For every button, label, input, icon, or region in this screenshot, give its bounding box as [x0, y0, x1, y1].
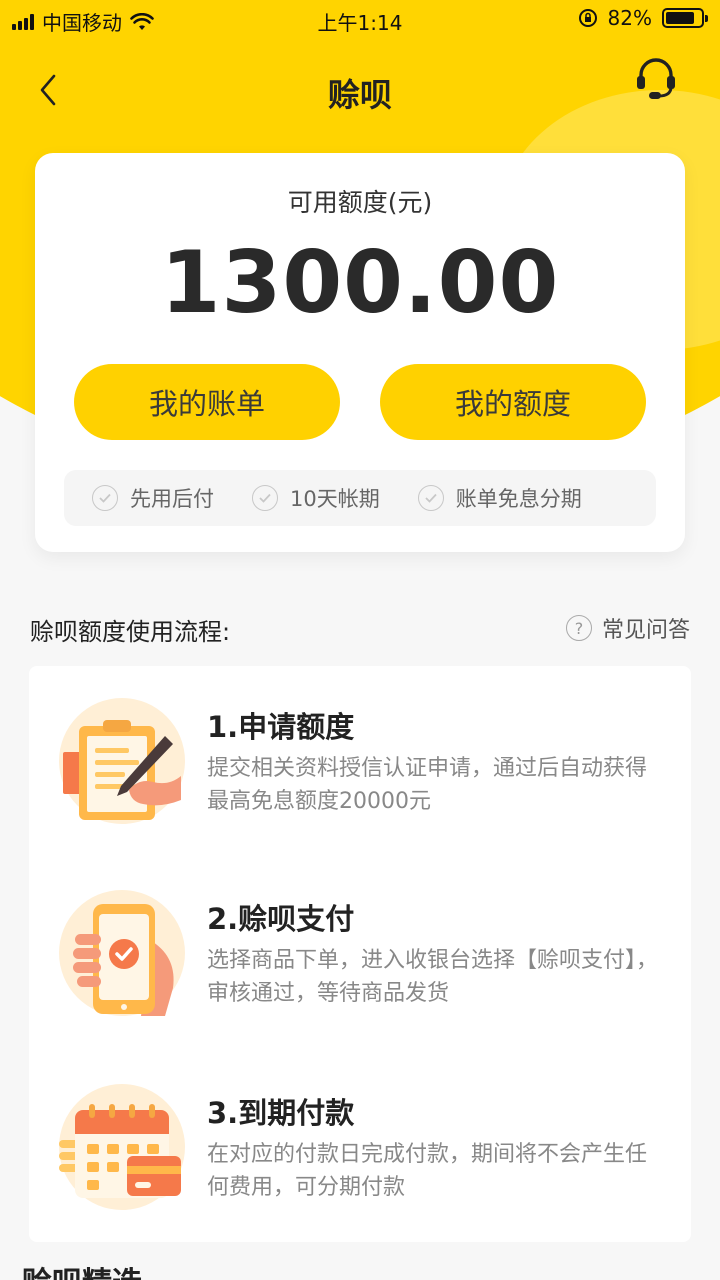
- battery-icon: [662, 8, 708, 28]
- phone-check-icon: [57, 888, 187, 1018]
- page-title: 赊呗: [327, 76, 392, 114]
- step-description: 提交相关资料授信认证申请，通过后自动获得最高免息额度20000元: [207, 756, 648, 814]
- feature-item: 10天帐期: [252, 483, 380, 513]
- check-circle-icon: [92, 485, 118, 511]
- process-header: 赊呗额度使用流程: ? 常见问答: [30, 612, 690, 648]
- my-quota-button[interactable]: 我的额度: [380, 364, 646, 440]
- process-title: 赊呗额度使用流程:: [30, 618, 231, 646]
- question-circle-icon: ?: [565, 615, 592, 641]
- feature-item: 先用后付: [92, 483, 214, 513]
- my-bill-button[interactable]: 我的账单: [74, 364, 340, 440]
- nav-bar: 赊呗: [0, 50, 720, 130]
- step-item: 2.赊呗支付 选择商品下单，进入收银台选择【赊呗支付】，审核通过，等待商品发货: [29, 858, 691, 1038]
- step-description: 选择商品下单，进入收银台选择【赊呗支付】，审核通过，等待商品发货: [207, 948, 659, 1006]
- credit-card: 可用额度(元) 1300.00 我的账单 我的额度 先用后付 10天帐期 账单免…: [35, 153, 685, 552]
- feature-list: 先用后付 10天帐期 账单免息分期: [64, 470, 656, 526]
- available-credit-amount: 1300.00: [160, 233, 560, 333]
- feature-label: 10天帐期: [290, 487, 380, 511]
- step-item: 1.申请额度 提交相关资料授信认证申请，通过后自动获得最高免息额度20000元: [29, 666, 691, 846]
- process-steps: 1.申请额度 提交相关资料授信认证申请，通过后自动获得最高免息额度20000元 …: [29, 666, 691, 1242]
- step-description: 在对应的付款日完成付款，期间将不会产生任何费用，可分期付款: [207, 1142, 648, 1200]
- step-title: 3.到期付款: [207, 1096, 355, 1130]
- feature-label: 先用后付: [130, 487, 214, 511]
- calendar-card-icon: [57, 1082, 187, 1212]
- step-title: 1.申请额度: [207, 710, 355, 744]
- check-circle-icon: [252, 485, 278, 511]
- status-bar: 中国移动 上午1:14 82%: [0, 0, 720, 40]
- check-circle-icon: [417, 485, 444, 511]
- faq-label: 常见问答: [601, 618, 690, 643]
- feature-label: 账单免息分期: [455, 487, 582, 511]
- battery-percent: 82%: [607, 6, 652, 30]
- step-title: 2.赊呗支付: [207, 902, 355, 936]
- step-item: 3.到期付款 在对应的付款日完成付款，期间将不会产生任何费用，可分期付款: [29, 1052, 691, 1232]
- customer-service-button[interactable]: [632, 54, 680, 102]
- rotation-lock-icon: [578, 9, 597, 27]
- clipboard-pen-icon: [57, 696, 187, 826]
- feature-item: 账单免息分期: [417, 483, 582, 513]
- available-credit-label: 可用额度(元): [287, 188, 433, 217]
- headset-icon: [637, 58, 675, 99]
- featured-section-title: 赊呗精选: [22, 1258, 142, 1280]
- faq-link[interactable]: ? 常见问答: [565, 612, 690, 644]
